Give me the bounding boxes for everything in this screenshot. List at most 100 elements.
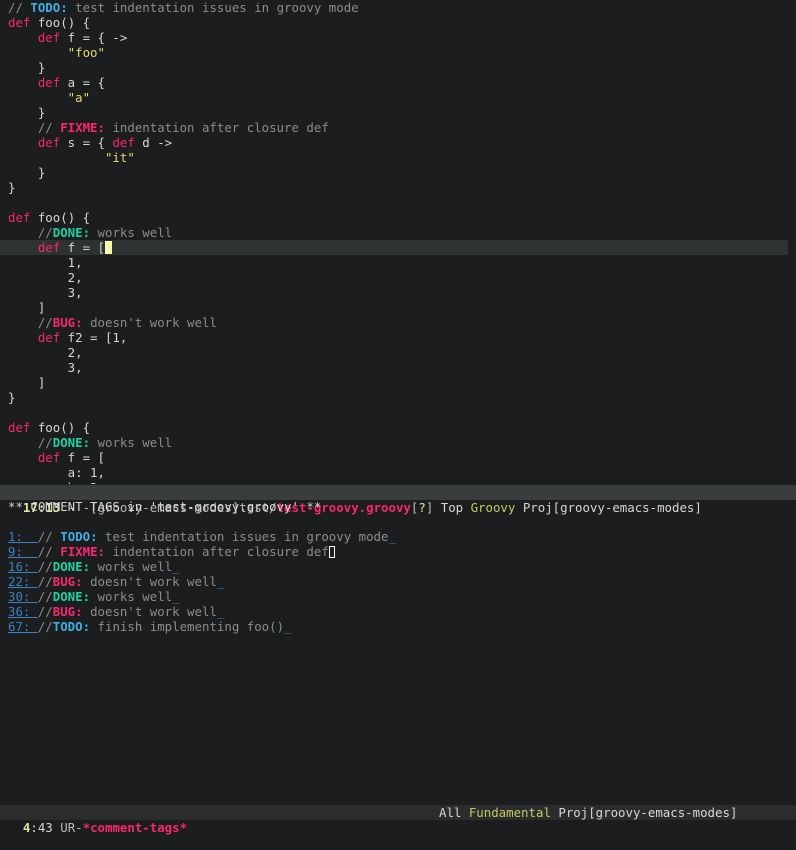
code-line[interactable]: "foo" xyxy=(0,45,796,60)
tag-comment-prefix: // xyxy=(37,574,53,589)
code-line[interactable]: // FIXME: indentation after closure def xyxy=(0,120,796,135)
mode-line-editor: 17:13 - -[groovy-emacs-modes]test/test-g… xyxy=(0,485,796,515)
code-line[interactable]: } xyxy=(0,60,796,75)
editor-buffer[interactable]: // TODO: test indentation issues in groo… xyxy=(0,0,796,484)
tag-comment-prefix: // xyxy=(37,589,53,604)
tag-list-item[interactable]: 16: //DONE: works well_ xyxy=(0,559,796,574)
code-token: // xyxy=(8,315,53,330)
code-line[interactable]: 2, xyxy=(0,345,796,360)
tag-list-item[interactable]: 9: // FIXME: indentation after closure d… xyxy=(0,544,796,559)
code-line[interactable]: def f = { -> xyxy=(0,30,796,45)
code-line[interactable]: def s = { def d -> xyxy=(0,135,796,150)
code-line[interactable]: def foo() { xyxy=(0,15,796,30)
code-token: TODO: xyxy=(30,0,68,15)
tag-line-link[interactable]: 9: xyxy=(8,544,38,559)
tag-line-link[interactable]: 1: xyxy=(8,529,38,544)
code-token: foo() { xyxy=(30,420,91,435)
code-token: FIXME: xyxy=(60,120,105,135)
code-line[interactable]: "it" xyxy=(0,150,796,165)
code-line[interactable]: 3, xyxy=(0,285,796,300)
code-line[interactable]: 1, xyxy=(0,255,796,270)
code-line[interactable]: "a" xyxy=(0,90,796,105)
code-line[interactable]: 2, xyxy=(0,270,796,285)
tag-keyword: BUG: xyxy=(52,604,83,619)
code-token: ] xyxy=(8,300,46,315)
tag-line-link[interactable]: 16: xyxy=(8,559,38,574)
code-line[interactable]: } xyxy=(0,180,796,195)
tag-comment-prefix: // xyxy=(37,604,53,619)
mode-line-tags: 4:43 UR-*comment-tags* All Fundamental P… xyxy=(0,805,796,835)
code-line[interactable] xyxy=(0,405,796,420)
code-line[interactable]: def a = { xyxy=(0,75,796,90)
tag-text: doesn't work well xyxy=(82,574,217,589)
tag-trail: _ xyxy=(216,604,225,619)
code-token: // xyxy=(8,225,53,240)
code-token: def xyxy=(8,30,61,45)
tag-comment-prefix: // xyxy=(37,559,53,574)
code-line[interactable]: } xyxy=(0,390,796,405)
code-token: 2, xyxy=(8,270,83,285)
tag-line-link[interactable]: 22: xyxy=(8,574,38,589)
tag-list-item[interactable]: 36: //BUG: doesn't work well_ xyxy=(0,604,796,619)
code-line[interactable]: //BUG: doesn't work well xyxy=(0,315,796,330)
buffer-name[interactable]: *comment-tags* xyxy=(83,820,187,835)
code-line[interactable]: def foo() { xyxy=(0,210,796,225)
code-line[interactable]: def f2 = [1, xyxy=(0,330,796,345)
code-line[interactable]: 3, xyxy=(0,360,796,375)
tag-list-item[interactable]: 22: //BUG: doesn't work well_ xyxy=(0,574,796,589)
tag-list-item[interactable]: 1: // TODO: test indentation issues in g… xyxy=(0,529,796,544)
tag-line-link[interactable]: 67: xyxy=(8,619,38,634)
code-token: // xyxy=(8,435,53,450)
code-line[interactable]: a: 1, xyxy=(0,465,796,480)
code-line[interactable]: ] xyxy=(0,300,796,315)
code-line[interactable]: //DONE: works well xyxy=(0,435,796,450)
tag-keyword: TODO: xyxy=(60,529,98,544)
code-token: // xyxy=(8,120,61,135)
project-indicator: Proj[groovy-emacs-modes] xyxy=(550,805,738,820)
tag-list-item[interactable]: 67: //TODO: finish implementing foo()_ xyxy=(0,619,796,634)
code-token: def xyxy=(8,450,61,465)
tag-list-item[interactable]: 30: //DONE: works well_ xyxy=(0,589,796,604)
code-token: s = { xyxy=(60,135,113,150)
tag-keyword: TODO: xyxy=(52,619,91,634)
code-line[interactable]: } xyxy=(0,105,796,120)
code-line[interactable]: ] xyxy=(0,375,796,390)
tag-line-link[interactable]: 30: xyxy=(8,589,38,604)
code-token: ] xyxy=(8,375,46,390)
tag-line-link[interactable]: 36: xyxy=(8,604,38,619)
tag-text: test indentation issues in groovy mode xyxy=(97,529,389,544)
tag-text: doesn't work well xyxy=(82,604,217,619)
code-line[interactable]: } xyxy=(0,165,796,180)
code-line[interactable]: def f = [ xyxy=(0,240,788,255)
code-token: def xyxy=(8,135,61,150)
code-line[interactable] xyxy=(0,195,796,210)
code-token: indentation after closure def xyxy=(104,120,329,135)
code-token: d -> xyxy=(134,135,173,150)
code-token: 2, xyxy=(8,345,83,360)
code-token: f2 = [1, xyxy=(60,330,128,345)
code-token: def xyxy=(8,240,61,255)
code-token: def xyxy=(8,420,31,435)
code-token: test indentation issues in groovy mode xyxy=(67,0,359,15)
code-line[interactable]: def f = [ xyxy=(0,450,796,465)
code-token: 3, xyxy=(8,285,83,300)
code-token: "it" xyxy=(8,150,135,165)
comment-tags-buffer[interactable]: ** COMMENT TAGS in 'test-groovy.groovy' … xyxy=(0,499,796,804)
code-token: a = { xyxy=(60,75,105,90)
code-token: f = [ xyxy=(60,450,105,465)
scroll-position: All xyxy=(439,805,469,820)
code-line[interactable]: def foo() { xyxy=(0,420,796,435)
tag-comment-prefix: // xyxy=(37,619,53,634)
code-token: } xyxy=(8,165,46,180)
column-number: :43 xyxy=(30,820,53,835)
code-token: } xyxy=(8,180,16,195)
code-line[interactable]: // TODO: test indentation issues in groo… xyxy=(0,0,796,15)
tag-trail: _ xyxy=(216,574,225,589)
code-line[interactable]: //DONE: works well xyxy=(0,225,796,240)
code-line[interactable]: b: 2 xyxy=(0,480,796,484)
code-token: 3, xyxy=(8,360,83,375)
code-token: BUG: xyxy=(52,315,83,330)
tags-header: ** COMMENT TAGS in 'test-groovy.groovy' … xyxy=(8,499,322,514)
major-mode[interactable]: Fundamental xyxy=(469,805,551,820)
code-token: } xyxy=(8,390,16,405)
